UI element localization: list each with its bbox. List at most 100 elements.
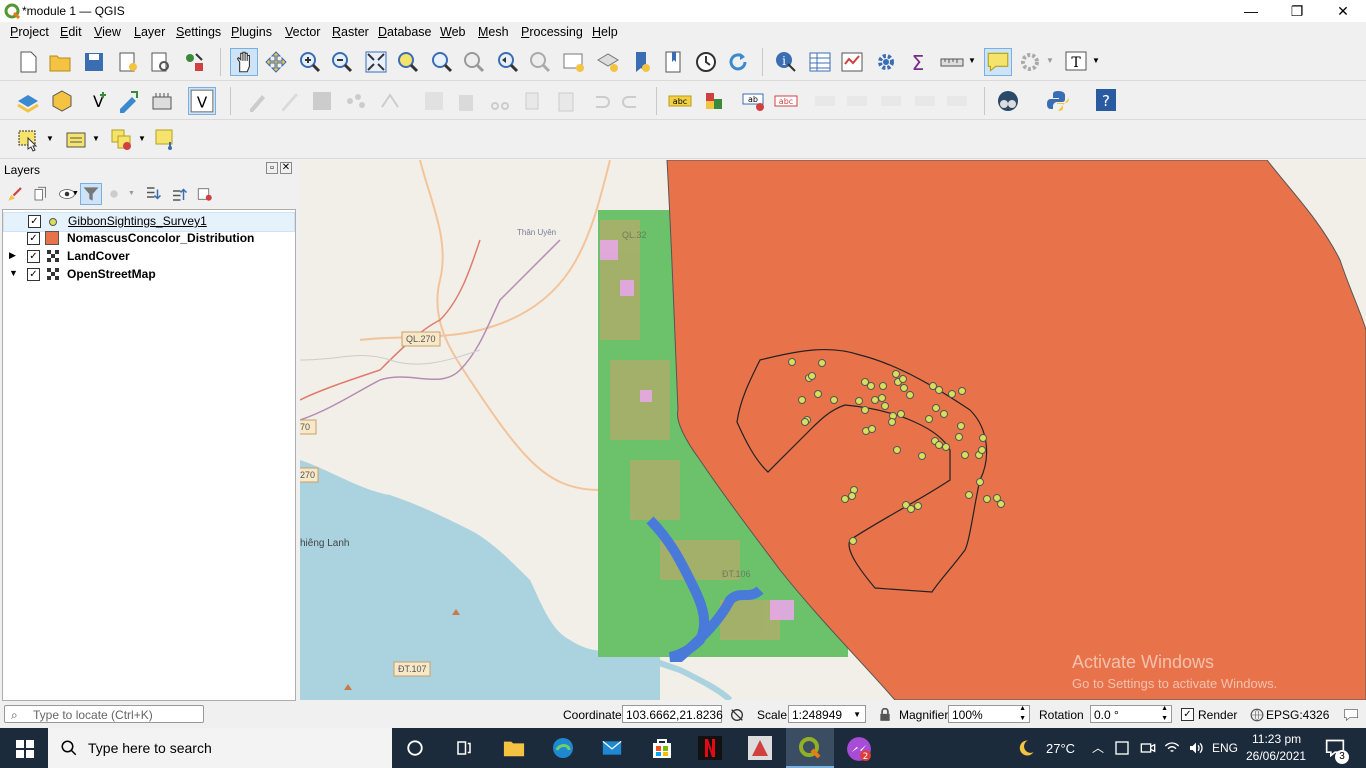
show-bookmarks-icon[interactable] bbox=[662, 50, 686, 74]
microsoft-store-icon[interactable] bbox=[650, 736, 674, 760]
menu-settings[interactable]: Settings bbox=[176, 25, 221, 39]
pan-to-selection-icon[interactable] bbox=[264, 50, 288, 74]
menu-layer[interactable]: Layer bbox=[134, 25, 165, 39]
collapse-arrow-icon[interactable]: ▼ bbox=[9, 268, 18, 278]
zoom-last-icon[interactable] bbox=[496, 50, 520, 74]
highlight-pinned-labels-icon[interactable]: ab bbox=[742, 89, 766, 113]
new-geopackage-layer-icon[interactable] bbox=[50, 89, 74, 113]
menu-view[interactable]: View bbox=[94, 25, 121, 39]
menu-edit[interactable]: Edit bbox=[60, 25, 82, 39]
spinner-arrows-icon[interactable]: ▲ ▼ bbox=[1019, 704, 1026, 724]
edge-browser-icon[interactable] bbox=[550, 736, 576, 760]
vertex-tool-icon[interactable] bbox=[378, 89, 402, 113]
chevron-down-icon[interactable]: ▼ bbox=[92, 134, 100, 143]
crs-label[interactable]: EPSG:4326 bbox=[1266, 708, 1329, 722]
close-panel-button[interactable]: ✕ bbox=[280, 162, 292, 174]
chevron-down-icon[interactable]: ▼ bbox=[968, 56, 976, 65]
netflix-icon[interactable] bbox=[698, 736, 722, 760]
add-raster-layer-icon[interactable] bbox=[150, 89, 174, 113]
delete-selected-icon[interactable] bbox=[454, 89, 478, 113]
layer-visibility-checkbox[interactable]: ✓ bbox=[27, 232, 40, 245]
current-edits-icon[interactable] bbox=[246, 89, 270, 113]
network-app-icon[interactable] bbox=[1114, 740, 1130, 756]
copy-features-icon[interactable] bbox=[520, 89, 544, 113]
chevron-down-icon[interactable]: ▼ bbox=[72, 190, 79, 197]
toggle-extents-icon[interactable] bbox=[729, 707, 745, 723]
zoom-full-icon[interactable] bbox=[364, 50, 388, 74]
chevron-down-icon[interactable]: ▼ bbox=[128, 190, 135, 197]
zoom-out-icon[interactable] bbox=[330, 50, 354, 74]
save-edits-icon[interactable] bbox=[310, 89, 334, 113]
scale-field[interactable]: 1:248949 ▼ bbox=[788, 705, 866, 723]
float-panel-button[interactable]: ▫ bbox=[266, 162, 278, 174]
collapse-all-icon[interactable] bbox=[170, 185, 188, 203]
meet-now-icon[interactable] bbox=[1140, 740, 1156, 756]
statistical-summary-icon[interactable]: Σ bbox=[906, 50, 930, 74]
expand-all-icon[interactable] bbox=[144, 185, 162, 203]
globe-icon[interactable] bbox=[1250, 708, 1264, 722]
rotation-field[interactable]: 0.0 ° ▲ ▼ bbox=[1090, 705, 1172, 723]
file-explorer-icon[interactable] bbox=[502, 737, 526, 759]
messages-icon[interactable] bbox=[1342, 707, 1360, 723]
open-attribute-table-icon[interactable] bbox=[808, 50, 832, 74]
chevron-down-icon[interactable]: ▼ bbox=[853, 706, 861, 724]
layer-row-gibbonsightings[interactable]: ✓ GibbonSightings_Survey1 bbox=[3, 212, 295, 232]
filter-legend-icon[interactable] bbox=[80, 183, 102, 205]
clock-date[interactable]: 26/06/2021 bbox=[1246, 749, 1306, 763]
menu-raster[interactable]: Raster bbox=[332, 25, 369, 39]
menu-mesh[interactable]: Mesh bbox=[478, 25, 509, 39]
measure-line-icon[interactable] bbox=[940, 50, 964, 74]
add-point-feature-icon[interactable] bbox=[344, 89, 368, 113]
volume-icon[interactable] bbox=[1188, 740, 1204, 756]
new-project-icon[interactable] bbox=[16, 50, 40, 74]
add-delimited-text-icon[interactable] bbox=[116, 89, 140, 113]
pan-map-icon[interactable] bbox=[230, 48, 258, 76]
map-tips-icon[interactable] bbox=[984, 48, 1012, 76]
identify-selected-icon[interactable] bbox=[154, 128, 178, 152]
chevron-down-icon[interactable]: ▼ bbox=[46, 134, 54, 143]
new-3d-map-view-icon[interactable] bbox=[596, 50, 620, 74]
close-button[interactable]: ✕ bbox=[1320, 0, 1366, 22]
taskbar-search-box[interactable]: Type here to search bbox=[48, 728, 392, 768]
deselect-features-icon[interactable] bbox=[110, 128, 134, 152]
add-group-icon[interactable] bbox=[32, 185, 50, 203]
chevron-down-icon[interactable]: ▼ bbox=[138, 134, 146, 143]
layer-row-openstreetmap[interactable]: ▼ ✓ OpenStreetMap bbox=[3, 266, 293, 284]
menu-help[interactable]: Help bbox=[592, 25, 618, 39]
select-features-icon[interactable] bbox=[16, 128, 40, 152]
python-console-icon[interactable] bbox=[1046, 89, 1070, 113]
game-app-icon[interactable] bbox=[748, 736, 772, 760]
move-label-icon[interactable] bbox=[880, 89, 904, 113]
lock-icon[interactable] bbox=[878, 708, 892, 722]
layer-row-landcover[interactable]: ▶ ✓ LandCover bbox=[3, 248, 293, 266]
paste-features-icon[interactable] bbox=[554, 89, 578, 113]
new-spatial-bookmark-icon[interactable] bbox=[630, 50, 654, 74]
magnifier-field[interactable]: 100% ▲ ▼ bbox=[948, 705, 1030, 723]
maximize-button[interactable]: ❐ bbox=[1274, 0, 1320, 22]
save-project-icon[interactable] bbox=[82, 50, 106, 74]
new-print-layout-icon[interactable] bbox=[116, 50, 140, 74]
pin-labels-icon[interactable] bbox=[814, 89, 838, 113]
render-checkbox[interactable]: ✓ bbox=[1181, 708, 1194, 721]
mail-icon[interactable] bbox=[600, 738, 624, 758]
refresh-icon[interactable] bbox=[726, 50, 750, 74]
filter-expression-icon[interactable] bbox=[108, 185, 126, 203]
layer-labeling-options-icon[interactable]: abc bbox=[668, 89, 692, 113]
map-canvas[interactable]: QL.270 70 270 Thân Uyên QL.32 ĐT.106 hiê… bbox=[300, 160, 1366, 700]
open-project-icon[interactable] bbox=[48, 50, 72, 74]
cut-features-icon[interactable] bbox=[488, 89, 512, 113]
modify-attributes-icon[interactable] bbox=[422, 89, 446, 113]
toggle-editing-icon[interactable]: V bbox=[188, 87, 216, 115]
add-vector-layer-icon[interactable]: V bbox=[84, 89, 108, 113]
locator-settings-icon[interactable] bbox=[1018, 50, 1042, 74]
temporal-controller-icon[interactable] bbox=[694, 50, 718, 74]
layer-diagram-options-icon[interactable] bbox=[702, 89, 726, 113]
redo-icon[interactable] bbox=[620, 89, 644, 113]
clock-time[interactable]: 11:23 pm bbox=[1252, 732, 1301, 746]
text-annotation-icon[interactable]: T bbox=[1064, 50, 1088, 74]
identify-features-icon[interactable]: i bbox=[774, 50, 798, 74]
zoom-to-selection-icon[interactable] bbox=[396, 50, 420, 74]
remove-layer-icon[interactable] bbox=[196, 185, 214, 203]
chevron-down-icon[interactable]: ▼ bbox=[1046, 56, 1054, 65]
layout-manager-icon[interactable] bbox=[148, 50, 172, 74]
